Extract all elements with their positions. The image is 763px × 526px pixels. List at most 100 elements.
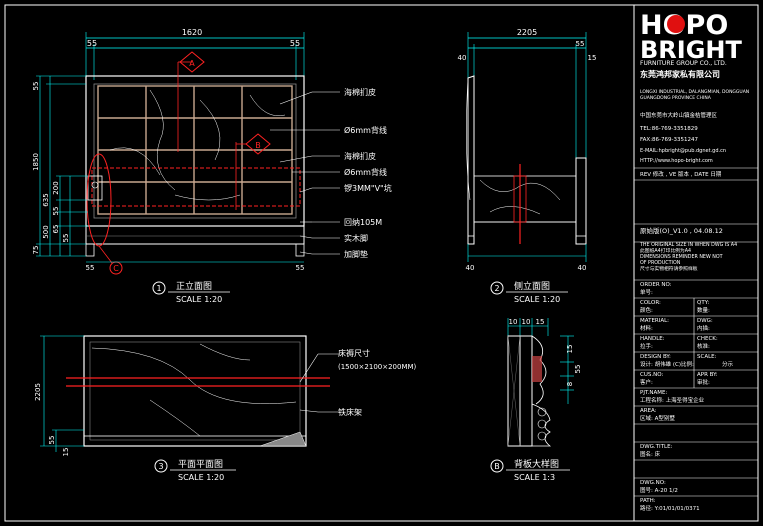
address-en-2: GUANGDONG PROVINCE CHINA xyxy=(640,96,711,101)
detail-dim-15: 15 xyxy=(536,318,545,326)
area-value: 区域: A型别墅 xyxy=(640,416,675,422)
front-dim-left: 55 xyxy=(87,39,97,48)
dwg-cn: 内描: xyxy=(697,326,710,332)
marker-a-text: A xyxy=(189,59,195,68)
path-value: 路径: Y:01/01/01/0371 xyxy=(640,506,700,512)
plan-dim-15: 15 xyxy=(62,448,70,457)
front-label-6: 回纳105M xyxy=(344,217,382,227)
path-label: PATH: xyxy=(640,498,656,504)
front-label-8: 加脚垫 xyxy=(344,249,368,259)
web: HTTP://www.hopo-bright.com xyxy=(640,158,713,164)
side-dim-width: 2205 xyxy=(517,28,537,37)
brand-subtitle: FURNITURE GROUP CO., LTD. xyxy=(640,60,727,67)
leg-left xyxy=(85,243,95,257)
front-dim-635: 635 xyxy=(42,193,50,206)
front-view: 1620 55 55 C A B 55 1850 635 500 200 55 … xyxy=(32,28,392,304)
plan-label-1: 床褥尺寸 xyxy=(338,348,370,358)
detail-view-scale: SCALE 1:3 xyxy=(514,473,555,482)
note-5: 尺寸与实物相符请参照样板 xyxy=(640,267,698,272)
plan-view-number: 3 xyxy=(158,462,163,471)
detail-dim-15b: 15 xyxy=(566,345,574,354)
check-label: CHECK: xyxy=(697,336,718,342)
detail-view-number: B xyxy=(494,462,500,471)
detail-dim-55: 55 xyxy=(574,365,582,374)
front-dim-55a: 55 xyxy=(52,207,60,216)
front-label-3: 海棉扪皮 xyxy=(344,151,376,161)
front-dim-width: 1620 xyxy=(182,28,202,37)
front-label-7: 实木脚 xyxy=(344,233,368,243)
marker-c-text: C xyxy=(113,264,119,273)
detail-dim-10b: 10 xyxy=(522,318,531,326)
dwg-label: DWG: xyxy=(697,318,713,324)
dwg-title-value: 图名: 床 xyxy=(640,452,661,458)
address-cn: 中国东莞市大岭山镇金桔管理区 xyxy=(640,113,718,119)
dwg-title-label: DWG.TITLE: xyxy=(640,444,673,450)
side-dim-40-top: 40 xyxy=(458,54,467,62)
order-no-label: ORDER NO: xyxy=(640,282,672,288)
mattress-outline xyxy=(91,167,301,207)
front-dim-200: 200 xyxy=(52,181,60,194)
front-label-4: Ø6mm背线 xyxy=(344,167,387,177)
side-view-title: 侧立面图 xyxy=(514,280,550,292)
plan-view: 2205 55 15 床褥尺寸 (1500×2100×200MM) 铁床架 3 … xyxy=(34,335,417,482)
pjt-label: PJT.NAME: xyxy=(640,390,668,396)
detail-view-title: 背板大样图 xyxy=(514,458,559,470)
front-dim-55b: 55 xyxy=(62,234,70,243)
front-label-2: Ø6mm背线 xyxy=(344,125,387,135)
check-cn: 核准: xyxy=(697,344,710,350)
front-dim-bottom-left: 55 xyxy=(86,264,95,272)
email: E-MAIL:hpbright@pub.dgnet.gd.cn xyxy=(640,148,727,154)
front-dim-500: 500 xyxy=(42,225,50,238)
front-dim-75: 75 xyxy=(32,246,40,255)
plan-view-title: 平面平面图 xyxy=(178,459,223,470)
detail-dim-8: 8 xyxy=(566,382,574,386)
cad-drawing-canvas: 1620 55 55 C A B 55 1850 635 500 200 55 … xyxy=(0,0,763,526)
side-dim-40-bot2: 40 xyxy=(578,264,587,272)
color-label: COLOR: xyxy=(640,300,661,306)
front-label-1: 海棉扪皮 xyxy=(344,87,376,97)
plan-dim-55: 55 xyxy=(48,436,56,445)
dwg-no-value: 图号: A-20 1/2 xyxy=(640,488,678,494)
pjt-value: 工程名称: 上海圣得宝企业 xyxy=(640,398,705,404)
qty-cn: 数量: xyxy=(697,308,710,314)
side-dim-15: 15 xyxy=(588,54,597,62)
front-dim-65: 65 xyxy=(52,225,60,234)
tel: TEL:86-769-3351829 xyxy=(640,126,698,132)
side-view-scale: SCALE 1:20 xyxy=(514,295,560,304)
dwg-no-label: DWG.NO: xyxy=(640,480,666,486)
material-label: MATERIAL: xyxy=(640,318,670,324)
cus-cn: 客户: xyxy=(640,380,653,386)
handle-label: HANDLE: xyxy=(640,336,665,342)
apr-label: APR BY: xyxy=(697,372,718,378)
front-view-title: 正立面图 xyxy=(176,280,212,292)
order-no-cn: 单号: xyxy=(640,290,653,296)
headboard-frame xyxy=(85,75,305,227)
plan-label-2: (1500×2100×200MM) xyxy=(338,363,417,371)
front-label-5: 锣3MM"V"坑 xyxy=(344,183,392,193)
marker-b-text: B xyxy=(255,141,261,150)
detail-b-view: 10 10 15 15 55 8 B 背板大样图 SCALE 1:3 xyxy=(490,318,582,482)
front-view-number: 1 xyxy=(156,284,161,293)
side-view: 2205 40 55 15 40 40 2 侧立面图 SCALE 1:20 xyxy=(458,28,597,304)
area-label: AREA: xyxy=(640,408,657,414)
front-view-scale: SCALE 1:20 xyxy=(176,295,222,304)
revision: 原始版(O)_V1.0 , 04.08.12 xyxy=(640,227,723,235)
cus-label: CUS.NO: xyxy=(640,372,664,378)
front-dim-right: 55 xyxy=(290,39,300,48)
front-dim-55-top: 55 xyxy=(32,82,40,91)
side-dim-40-bot: 40 xyxy=(466,264,475,272)
scale-value: 分示 xyxy=(722,362,734,368)
designer: 设计: 胡伟雄 (C)比例: xyxy=(640,362,694,368)
handle-cn: 拉手: xyxy=(640,344,653,350)
front-dim-bottom-right: 55 xyxy=(296,264,305,272)
side-view-number: 2 xyxy=(494,284,499,293)
color-cn: 颜色: xyxy=(640,308,653,314)
front-dim-1850: 1850 xyxy=(32,153,40,171)
plan-dim-2205: 2205 xyxy=(34,383,42,401)
leg-right xyxy=(295,243,305,257)
plan-label-3: 铁床架 xyxy=(338,407,362,417)
fax: FAX:86-769-3351247 xyxy=(640,137,699,143)
material-cn: 材料: xyxy=(640,326,653,332)
plan-view-scale: SCALE 1:20 xyxy=(178,473,224,482)
detail-dim-10a: 10 xyxy=(509,318,518,326)
